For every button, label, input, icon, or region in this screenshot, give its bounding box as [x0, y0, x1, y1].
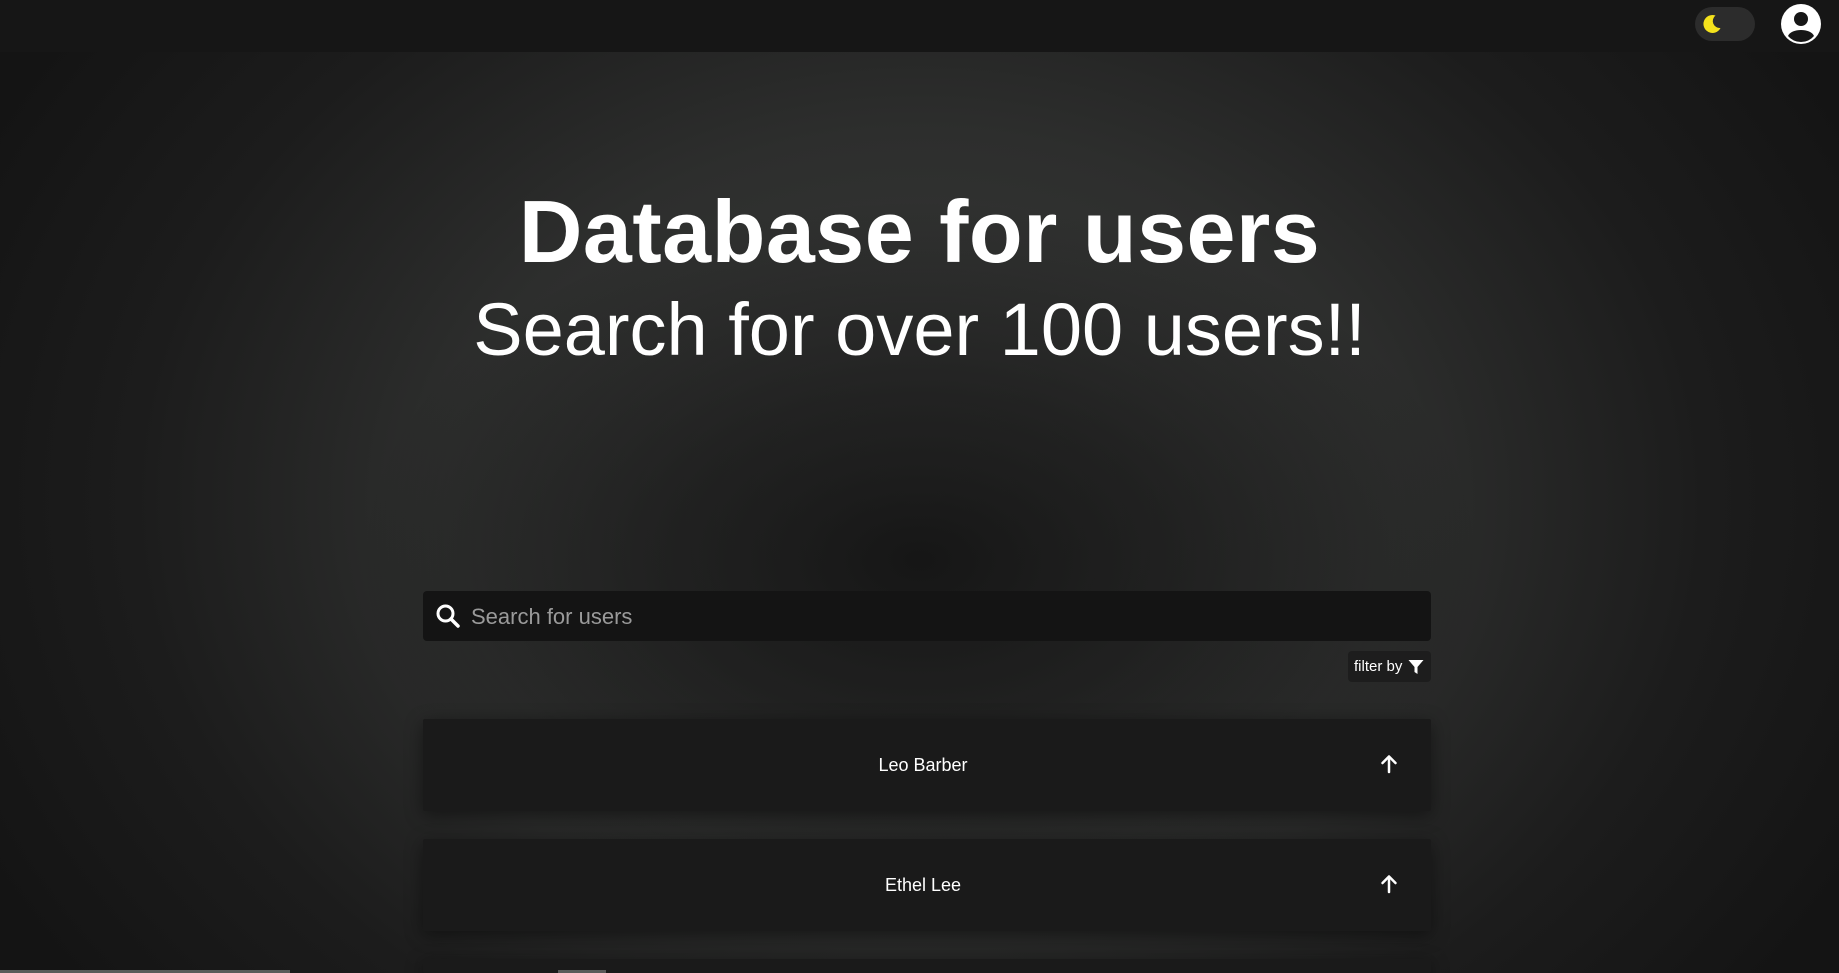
hero: Database for users Search for over 100 u… — [0, 180, 1839, 376]
arrow-up-icon[interactable] — [1377, 872, 1401, 896]
moon-icon — [1703, 14, 1721, 33]
search-icon — [436, 604, 460, 628]
user-name: Ethel Lee — [884, 875, 962, 895]
arrow-up-icon[interactable] — [1377, 752, 1401, 776]
page-background — [0, 0, 1839, 973]
top-bar — [0, 0, 1839, 52]
user-card[interactable]: Leo Barber — [423, 719, 1431, 811]
page-subtitle: Search for over 100 users!! — [473, 288, 1366, 371]
search-bar[interactable] — [423, 591, 1431, 643]
theme-toggle[interactable] — [1695, 7, 1755, 41]
user-avatar-icon[interactable] — [1780, 3, 1822, 45]
user-card[interactable]: Ethel Lee — [423, 839, 1431, 931]
search-input[interactable] — [469, 591, 1413, 643]
filter-icon — [1408, 660, 1424, 674]
filter-button[interactable]: filter by — [1348, 651, 1431, 682]
page-title: Database for users — [518, 182, 1321, 281]
user-name: Leo Barber — [878, 755, 968, 775]
filter-label: filter by — [1354, 658, 1403, 675]
